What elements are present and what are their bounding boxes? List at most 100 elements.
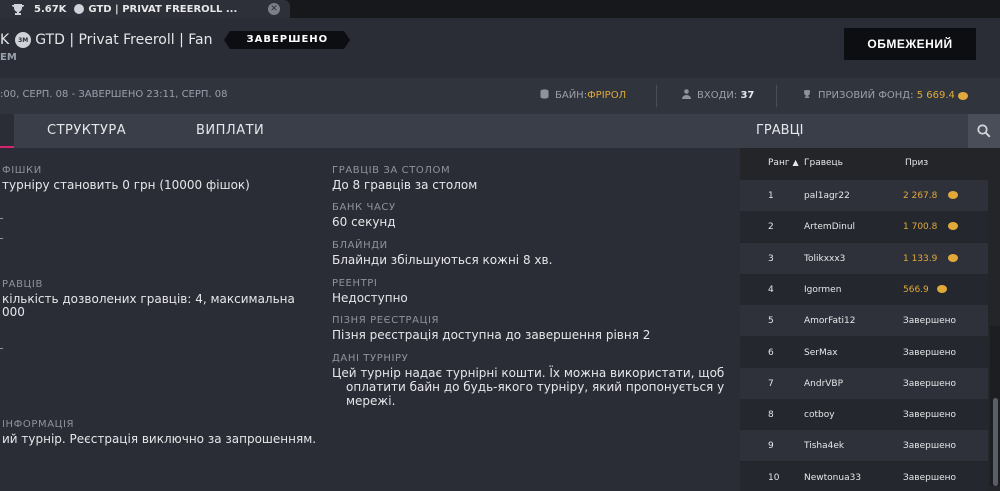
prize-pool-info: ПРИЗОВИЙ ФОНД: 5 669.4 (802, 89, 968, 102)
coins-stack-icon (540, 89, 549, 102)
limits-button[interactable]: ОБМЕЖЕНИЙ (844, 28, 976, 60)
player-prize: Завершено (903, 472, 957, 483)
sort-up-icon: ▲ (792, 158, 799, 167)
status-badge: ЗАВЕРШЕНО (224, 31, 350, 49)
table-row[interactable]: 5 AmorFati12 Завершено (740, 305, 988, 337)
player-prize: 1 700.8 (903, 222, 938, 233)
players-per-table-value: До 8 гравців за столом (332, 178, 478, 192)
players-table: Ранг ▲ Гравець Приз 1 pal1agr22 2 267.8 2 Ar… (740, 148, 1000, 491)
tab-active-indicator[interactable] (0, 114, 14, 148)
info-label: ІНФОРМАЦІЯ (2, 419, 75, 430)
tournament-subtitle: EM (0, 52, 17, 63)
table-row[interactable]: 10 Newtonua33 Завершено (740, 461, 988, 491)
info-value: ий турнір. Реєстрація виключно за запрош… (2, 432, 317, 446)
players-per-table-label: ГРАВЦІВ ЗА СТОЛОМ (332, 165, 451, 176)
player-prize: 2 267.8 (903, 191, 938, 201)
entries-value: 37 (740, 90, 755, 101)
coin-icon (948, 253, 959, 262)
close-icon[interactable]: ✕ (268, 3, 280, 15)
chip-icon: 3M (15, 32, 32, 48)
text-fragment (0, 238, 3, 239)
buyin-info: БАЙН: ФРІРОЛ (540, 89, 626, 102)
divider (656, 85, 657, 107)
player-rank: 3 (768, 253, 774, 264)
tournament-data-value-1: Цей турнір надає турнірні кошти. Їх можн… (332, 366, 725, 380)
player-name: Tisha4ek (804, 441, 845, 452)
tournament-data-value-3: мережі. (346, 394, 396, 408)
coin-icon (948, 222, 959, 231)
players-count-value-1: кількість дозволених гравців: 4, максима… (2, 292, 295, 306)
tournament-tab[interactable]: 5.67K GTD | PRIVAT FREEROLL ... ✕ (0, 0, 290, 18)
table-row[interactable]: 4 Igormen 566.9 (740, 273, 988, 305)
tournament-details: ФІШКИ турніру становить 0 грн (10000 фіш… (0, 148, 740, 491)
chips-value: турніру становить 0 грн (10000 фішок) (2, 178, 250, 192)
player-rank: 7 (768, 378, 774, 389)
table-row[interactable]: 9 Tisha4ek Завершено (740, 430, 988, 462)
tab-payouts[interactable]: ВИПЛАТИ (196, 123, 264, 138)
player-rank: 5 (768, 316, 774, 327)
tournament-times: :00, СЕРП. 08 - ЗАВЕРШЕНО 23:11, СЕРП. 0… (0, 89, 228, 100)
late-registration-value: Пізня реєстрація доступна до завершення … (332, 328, 651, 342)
player-name: SerMax (804, 347, 838, 358)
player-name: AmorFati12 (804, 316, 856, 327)
title-text: GTD | Privat Freeroll | Fan (35, 32, 213, 48)
player-column-header[interactable]: Гравець (804, 158, 843, 168)
table-row[interactable]: 7 AndrVBP Завершено (740, 367, 988, 399)
trophy-icon (802, 89, 812, 102)
text-fragment (0, 218, 3, 219)
divider (776, 85, 777, 107)
player-prize: Завершено (903, 347, 957, 358)
search-icon (977, 124, 991, 138)
table-row[interactable]: 2 ArtemDinul 1 700.8 (740, 211, 988, 243)
trophy-icon (10, 2, 26, 16)
table-row[interactable]: 8 cotboy Завершено (740, 399, 988, 431)
search-button[interactable] (968, 114, 1000, 148)
player-rank: 4 (768, 284, 774, 295)
player-prize: Завершено (903, 316, 957, 327)
player-rank: 2 (768, 222, 774, 233)
title-prefix: K (0, 32, 10, 48)
players-title: ГРАВЦІ (756, 123, 804, 138)
tournament-info-bar: :00, СЕРП. 08 - ЗАВЕРШЕНО 23:11, СЕРП. 0… (0, 78, 1000, 114)
blinds-value: Блайнди збільшуються кожні 8 хв. (332, 253, 553, 267)
table-row[interactable]: 1 pal1agr22 2 267.8 (740, 180, 988, 211)
user-icon (682, 89, 691, 102)
coin-icon (937, 284, 947, 293)
entries-info: ВХОДИ: 37 (682, 89, 754, 102)
chips-label: ФІШКИ (2, 165, 42, 176)
tournament-data-value-2: оплатити байн до будь-якого турніру, яки… (346, 380, 725, 394)
window-tab-strip: 5.67K GTD | PRIVAT FREEROLL ... ✕ (0, 0, 1000, 18)
tournament-title: K 3M GTD | Privat Freeroll | Fan ЗАВЕРШЕ… (0, 31, 350, 49)
player-name: Tolikxxx3 (804, 253, 846, 264)
tab-structure[interactable]: СТРУКТУРА (47, 123, 126, 138)
chip-icon (74, 4, 85, 14)
scrollbar-thumb[interactable] (993, 398, 998, 486)
player-name: AndrVBP (804, 378, 844, 389)
rank-column-header[interactable]: Ранг ▲ (768, 158, 799, 168)
players-count-label: РАВЦІВ (2, 279, 43, 290)
coin-icon (957, 91, 968, 100)
table-row[interactable]: 6 SerMax Завершено (740, 336, 988, 368)
reentry-value: Недоступно (332, 291, 408, 305)
late-registration-label: ПІЗНЯ РЕЄСТРАЦІЯ (332, 315, 440, 326)
table-row[interactable]: 3 Tolikxxx3 1 133.9 (740, 242, 988, 274)
tournament-header: K 3M GTD | Privat Freeroll | Fan ЗАВЕРШЕ… (0, 18, 1000, 78)
blinds-label: БЛАЙНДИ (332, 240, 388, 251)
player-prize: Завершено (903, 378, 957, 389)
text-fragment (0, 348, 3, 349)
player-name: cotboy (804, 410, 835, 421)
prize-pool-value: 5 669.4 (916, 90, 955, 101)
coin-icon (948, 191, 959, 199)
player-name: pal1agr22 (804, 191, 850, 201)
player-rank: 1 (768, 191, 774, 201)
tournament-data-label: ДАНІ ТУРНІРУ (332, 353, 409, 364)
player-prize: Завершено (903, 441, 957, 452)
player-name: ArtemDinul (804, 222, 856, 233)
player-rank: 10 (768, 472, 780, 483)
prize-column-header[interactable]: Приз (905, 158, 928, 168)
player-rank: 6 (768, 347, 774, 358)
timebank-value: 60 секунд (332, 215, 396, 229)
timebank-label: БАНК ЧАСУ (332, 202, 396, 213)
player-rank: 9 (768, 441, 774, 452)
tab-title: GTD | PRIVAT FREEROLL ... (88, 3, 238, 15)
